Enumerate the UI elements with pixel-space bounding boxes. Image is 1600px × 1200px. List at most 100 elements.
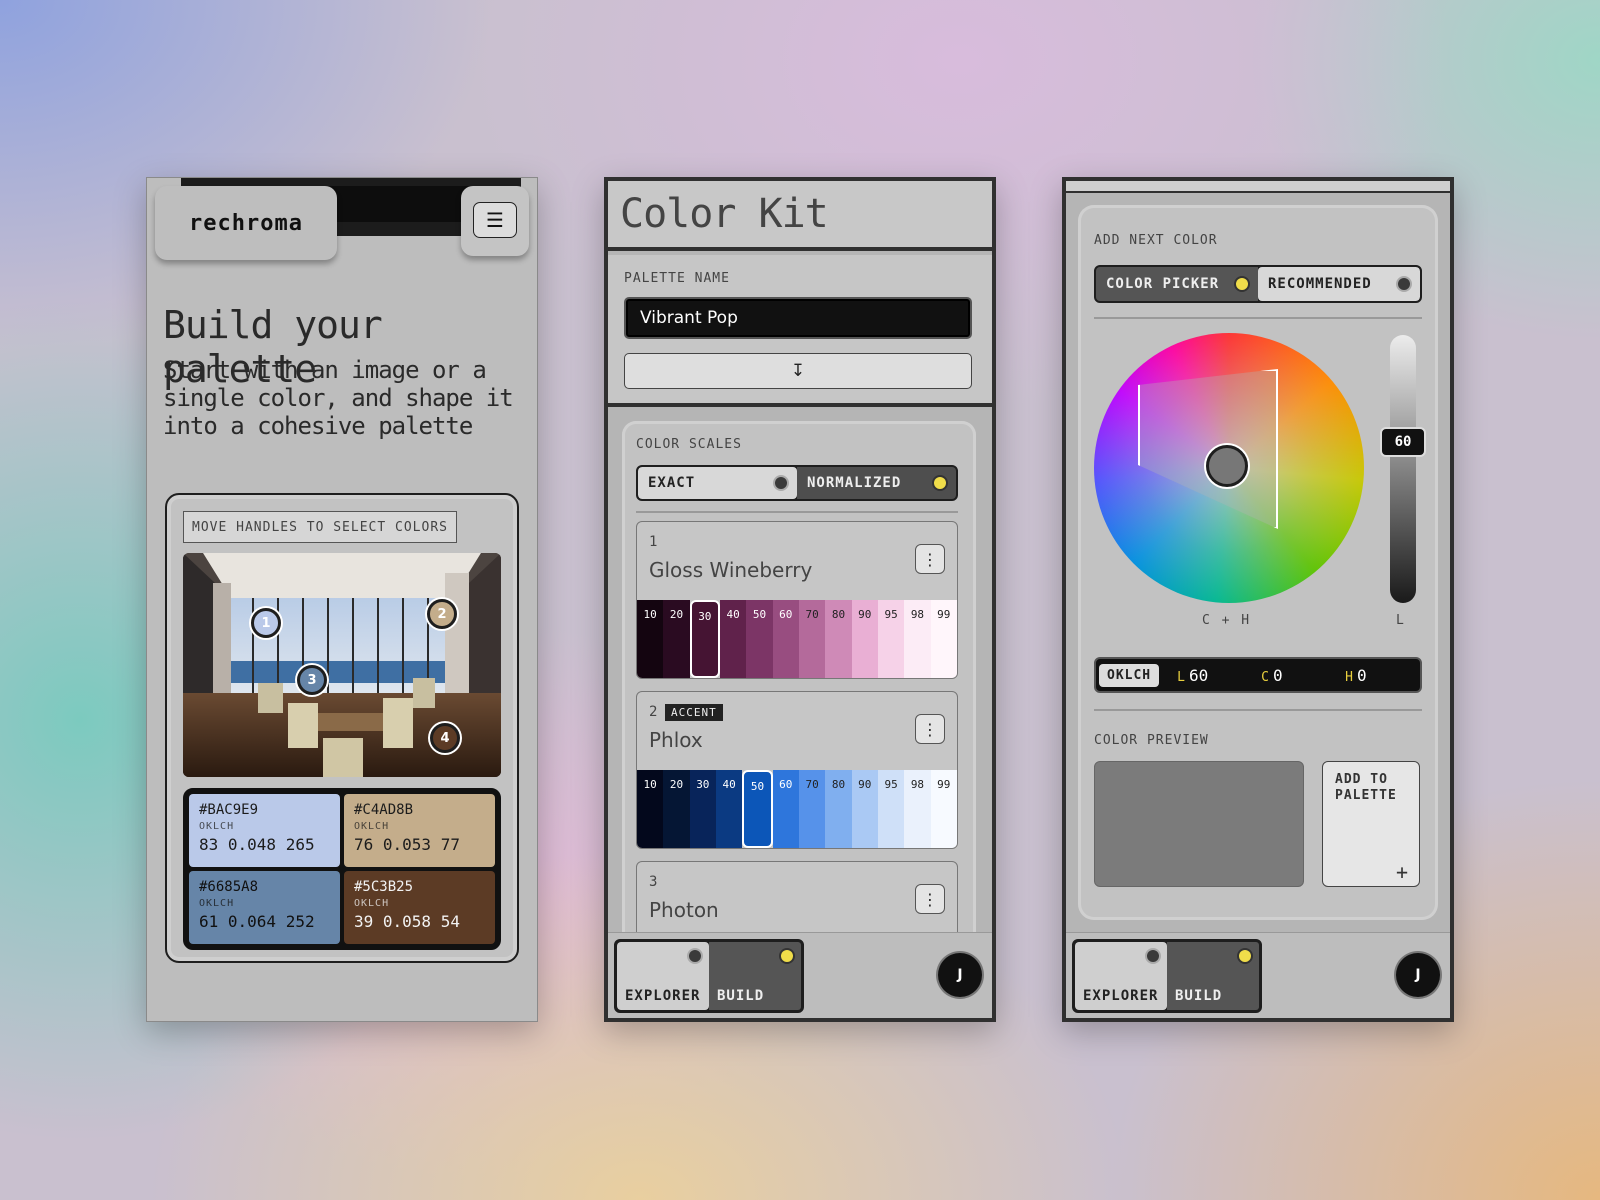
stop-label: 20 <box>669 778 684 791</box>
scale-stop[interactable]: 98 <box>904 600 931 678</box>
nav-build[interactable]: BUILD <box>709 942 801 1010</box>
swatch-space: OKLCH <box>354 821 390 832</box>
scale-stop[interactable]: 90 <box>851 770 878 848</box>
stop-label: 80 <box>831 608 846 621</box>
nav-toggle: EXPLORER BUILD <box>614 939 804 1013</box>
color-preview-swatch <box>1094 761 1304 887</box>
extracted-swatches: #BAC9E9 OKLCH 83 0.048 265 #C4AD8B OKLCH… <box>183 788 501 950</box>
gamut-boundary <box>1138 369 1278 529</box>
scale-stop[interactable]: 80 <box>825 770 852 848</box>
scale-stop[interactable]: 99 <box>930 600 957 678</box>
scale-stop[interactable]: 99 <box>930 770 957 848</box>
scale-stop[interactable]: 10 <box>637 600 664 678</box>
more-options-icon[interactable]: ⋮ <box>915 544 945 574</box>
handle-1[interactable]: 1 <box>251 608 281 638</box>
swatch-space: OKLCH <box>199 821 235 832</box>
scale-stop[interactable]: 95 <box>877 770 905 848</box>
add-to-palette-button[interactable]: ADD TO PALETTE + <box>1322 761 1420 887</box>
scale-stop[interactable]: 60 <box>772 770 799 848</box>
scale-stop[interactable]: 40 <box>719 600 747 678</box>
scale-name: Phlox <box>649 728 703 752</box>
stop-label: 95 <box>884 608 898 621</box>
swatch-value: 61 0.064 252 <box>199 912 315 931</box>
avatar[interactable]: J <box>938 953 982 997</box>
scale-stop[interactable]: 70 <box>798 600 826 678</box>
tab-recommended[interactable]: RECOMMENDED <box>1258 267 1420 301</box>
nav-explorer[interactable]: EXPLORER <box>1075 942 1167 1010</box>
scale-stop[interactable]: 30 <box>689 600 720 678</box>
stop-label: 30 <box>696 778 710 791</box>
stop-label: 20 <box>669 608 684 621</box>
indicator-on-icon <box>1236 278 1248 290</box>
more-options-icon[interactable]: ⋮ <box>915 714 945 744</box>
handle-2[interactable]: 2 <box>427 599 457 629</box>
accent-badge: ACCENT <box>665 704 723 721</box>
scale-stop[interactable]: 80 <box>825 600 852 678</box>
indicator-off-icon <box>1147 950 1159 962</box>
color-value-readout: OKLCH L 60 C0 H0 <box>1094 657 1422 693</box>
scale-stop[interactable]: 90 <box>851 600 878 678</box>
divider <box>1094 709 1422 711</box>
stop-label: 50 <box>750 780 765 793</box>
color-preview-label: COLOR PREVIEW <box>1094 733 1209 748</box>
scale-stop[interactable]: 20 <box>663 770 690 848</box>
nav-explorer[interactable]: EXPLORER <box>617 942 709 1010</box>
add-next-color-label: ADD NEXT COLOR <box>1094 233 1218 248</box>
divider <box>1094 317 1422 319</box>
scale-stop[interactable]: 50 <box>742 770 773 848</box>
menu-button[interactable]: ☰ <box>461 186 529 256</box>
color-space-chip[interactable]: OKLCH <box>1099 663 1160 687</box>
scale-stop[interactable]: 50 <box>746 600 773 678</box>
h-value[interactable]: H0 <box>1345 666 1411 685</box>
scale-stop[interactable]: 30 <box>689 770 716 848</box>
swatch-4[interactable]: #5C3B25 OKLCH 39 0.058 54 <box>344 871 495 944</box>
scale-stop[interactable]: 70 <box>798 770 826 848</box>
nav-build[interactable]: BUILD <box>1167 942 1259 1010</box>
swatch-space: OKLCH <box>354 898 390 909</box>
scale-mode-toggle: EXACT NORMALIZED <box>636 465 958 501</box>
mode-normalized[interactable]: NORMALIZED <box>797 467 956 499</box>
handles-instruction: MOVE HANDLES TO SELECT COLORS <box>183 511 457 543</box>
download-button[interactable]: ↧ <box>624 353 972 389</box>
stop-label: 60 <box>779 608 793 621</box>
tab-color-picker[interactable]: COLOR PICKER <box>1096 267 1258 301</box>
swatch-value: 83 0.048 265 <box>199 835 315 854</box>
handle-4[interactable]: 4 <box>430 723 460 753</box>
indicator-on-icon <box>934 477 946 489</box>
swatch-hex: #BAC9E9 <box>199 802 259 818</box>
scale-card-2: 2 ACCENT Phlox ⋮ 10 20 30 40 50 60 70 80 90 95 98 9… <box>636 691 958 849</box>
lightness-slider[interactable] <box>1390 335 1416 603</box>
wheel-handle[interactable] <box>1206 445 1248 487</box>
stop-label: 10 <box>643 608 657 621</box>
more-options-icon[interactable]: ⋮ <box>915 884 945 914</box>
swatch-3[interactable]: #6685A8 OKLCH 61 0.064 252 <box>189 871 340 944</box>
mode-exact[interactable]: EXACT <box>638 467 797 499</box>
swatch-value: 76 0.053 77 <box>354 835 460 854</box>
lightness-handle[interactable]: 60 <box>1380 427 1426 457</box>
scale-stop[interactable]: 20 <box>663 600 690 678</box>
scale-card-1: 1 Gloss Wineberry ⋮ 10 20 30 40 50 60 70 80 90 95… <box>636 521 958 679</box>
logo[interactable]: rechroma <box>155 186 337 260</box>
download-icon: ↧ <box>790 361 806 381</box>
swatch-2[interactable]: #C4AD8B OKLCH 76 0.053 77 <box>344 794 495 867</box>
c-value[interactable]: C0 <box>1261 666 1327 685</box>
scale-stop[interactable]: 60 <box>772 600 799 678</box>
avatar[interactable]: J <box>1396 953 1440 997</box>
scale-stop[interactable]: 95 <box>877 600 905 678</box>
palette-name-input[interactable]: Vibrant Pop <box>624 297 972 339</box>
wheel-axis-label: C + H <box>1202 613 1252 628</box>
scale-name: Gloss Wineberry <box>649 558 813 582</box>
scale-stop[interactable]: 40 <box>715 770 743 848</box>
l-value[interactable]: L 60 <box>1177 666 1243 685</box>
swatch-1[interactable]: #BAC9E9 OKLCH 83 0.048 265 <box>189 794 340 867</box>
stop-label: 60 <box>779 778 793 791</box>
scale-stop[interactable]: 10 <box>637 770 664 848</box>
phone-image-palette: rechroma ☰ Build your palette Start with… <box>146 177 538 1022</box>
plus-icon: + <box>1395 860 1409 884</box>
source-photo[interactable]: 1 2 3 4 <box>183 553 501 777</box>
chroma-hue-wheel[interactable] <box>1094 333 1364 603</box>
scale-stop[interactable]: 98 <box>904 770 931 848</box>
stop-label: 10 <box>643 778 657 791</box>
top-strip <box>1066 181 1450 193</box>
handle-3[interactable]: 3 <box>297 665 327 695</box>
